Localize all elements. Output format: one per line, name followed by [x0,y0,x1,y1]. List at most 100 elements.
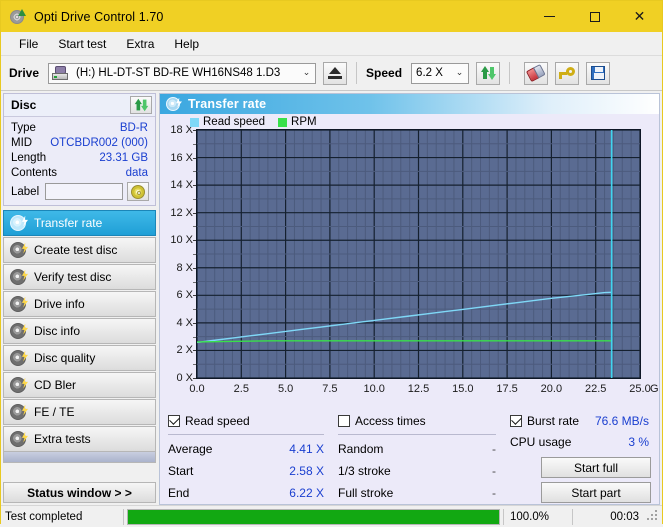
menu-start-test[interactable]: Start test [48,35,116,53]
read-speed-column: Read speed Average 4.41 X Start 2.58 X E… [168,412,338,504]
refresh-button[interactable] [476,61,501,85]
read-speed-checkbox[interactable] [168,414,180,427]
chart-legend: Read speed RPM [190,116,317,128]
disc-label-input[interactable] [45,183,124,200]
menu-bar: File Start test Extra Help [1,32,662,56]
sidebar-item-disc-quality[interactable]: Disc quality [3,345,156,371]
disc-panel-title: Disc [11,98,37,112]
result-value: 2.58 X [289,464,324,478]
sidebar-item-disc-info[interactable]: Disc info [3,318,156,344]
disc-row-key: MID [11,136,33,149]
save-button[interactable] [586,61,611,85]
close-button[interactable]: ✕ [617,1,662,32]
eject-button[interactable] [323,61,348,85]
disc-label-row: Label [4,180,155,205]
burst-rate-checkbox-line[interactable]: Burst rate 76.6 MB/s [510,412,651,430]
access-times-checkbox[interactable] [338,415,350,427]
chart-svg [197,130,640,378]
progress-bar-fill [128,509,499,524]
sidebar-item-label: Create test disc [34,243,118,257]
sidebar-item-label: Disc quality [34,351,96,365]
disc-row-mid: MID OTCBDR002 (000) [4,135,155,150]
erase-button[interactable] [524,61,549,85]
y-axis-tick-label: 18 X [170,124,193,136]
sidebar-item-drive-info[interactable]: Drive info [3,291,156,317]
read-speed-checkbox-line[interactable]: Read speed [168,412,338,430]
sidebar-item-create-test-disc[interactable]: Create test disc [3,237,156,263]
maximize-button[interactable] [572,1,617,32]
resize-grip-icon[interactable] [647,510,660,523]
sidebar-item-verify-test-disc[interactable]: Verify test disc [3,264,156,290]
disc-label-button[interactable] [127,182,150,201]
drive-select[interactable]: (H:) HL-DT-ST BD-RE WH16NS48 1.D3 ⌄ [48,62,317,84]
y-axis-tick [193,157,196,159]
disc-icon [10,295,28,313]
sidebar-item-label: Drive info [34,297,85,311]
burst-rate-checkbox[interactable] [510,414,522,427]
access-times-checkbox-line[interactable]: Access times [338,412,510,430]
result-key: Random [338,442,384,456]
y-axis-minor-tick [193,198,196,200]
x-axis-unit-label: GB [650,383,659,395]
toolbar-separator-1 [356,62,358,84]
menu-help[interactable]: Help [164,35,209,53]
sidebar-item-extra-tests[interactable]: Extra tests [3,426,156,452]
panel-title: Transfer rate [188,97,267,111]
disc-icon [10,349,28,367]
result-value: 4.41 X [289,442,324,456]
y-axis-tick [193,185,196,187]
y-axis-minor-tick [193,364,196,366]
toolbar-separator-2 [509,62,511,84]
legend-swatch-rpm [278,117,288,127]
disc-icon [10,376,28,394]
minimize-button[interactable] [527,1,572,32]
result-key: End [168,486,190,500]
drive-select-value: (H:) HL-DT-ST BD-RE WH16NS48 1.D3 [76,67,281,79]
status-separator [123,508,124,525]
sidebar-item-label: CD Bler [34,378,77,392]
chart-plot [196,129,641,379]
x-axis-tick-label: 15.0 [452,383,474,395]
y-axis-minor-tick [193,171,196,173]
status-window-wrap: Status window > > [3,482,156,503]
sidebar-item-cd-bler[interactable]: CD Bler [3,372,156,398]
menu-extra[interactable]: Extra [116,35,164,53]
start-part-button[interactable]: Start part [541,482,651,503]
disc-refresh-button[interactable] [130,96,152,114]
x-axis-tick-label: 17.5 [496,383,518,395]
sidebar-item-label: Disc info [34,324,81,338]
speed-select-value: 6.2 X [416,67,443,79]
disc-icon [10,214,28,232]
transfer-rate-icon [166,96,182,112]
result-row-cpu-usage: CPU usage 3 % [510,430,651,454]
disc-icon [10,403,28,421]
sidebar-item-label: FE / TE [34,405,75,419]
sidebar-item-transfer-rate[interactable]: Transfer rate [3,210,156,236]
disc-row-key: Length [11,151,47,164]
status-message: Test completed [5,510,83,523]
disc-row-value: OTCBDR002 (000) [50,136,148,149]
sidebar-nav: Transfer rate Create test disc Verify te… [3,210,156,452]
sidebar-item-fe-te[interactable]: FE / TE [3,399,156,425]
y-axis-tick-label: 12 X [170,206,193,219]
result-key: Start [168,464,194,478]
start-full-button[interactable]: Start full [541,457,651,478]
result-value: 6.22 X [289,486,324,500]
key-button[interactable] [555,61,580,85]
result-row-start: Start 2.58 X [168,460,338,482]
divider [168,434,324,435]
result-row-random: Random - [338,438,510,460]
speed-label: Speed [366,66,403,80]
y-axis-tick [193,212,196,214]
y-axis-tick [193,295,196,297]
status-window-button[interactable]: Status window > > [3,482,156,503]
menu-file[interactable]: File [9,35,48,53]
y-axis-tick-label: 10 X [170,234,193,247]
disc-icon [10,430,28,448]
sidebar-item-label: Transfer rate [34,216,103,230]
speed-select[interactable]: 6.2 X ⌄ [411,62,470,84]
result-value: - [492,442,496,456]
disc-icon [10,268,28,286]
window-controls: ✕ [527,1,662,32]
result-row-end: End 6.22 X [168,482,338,504]
